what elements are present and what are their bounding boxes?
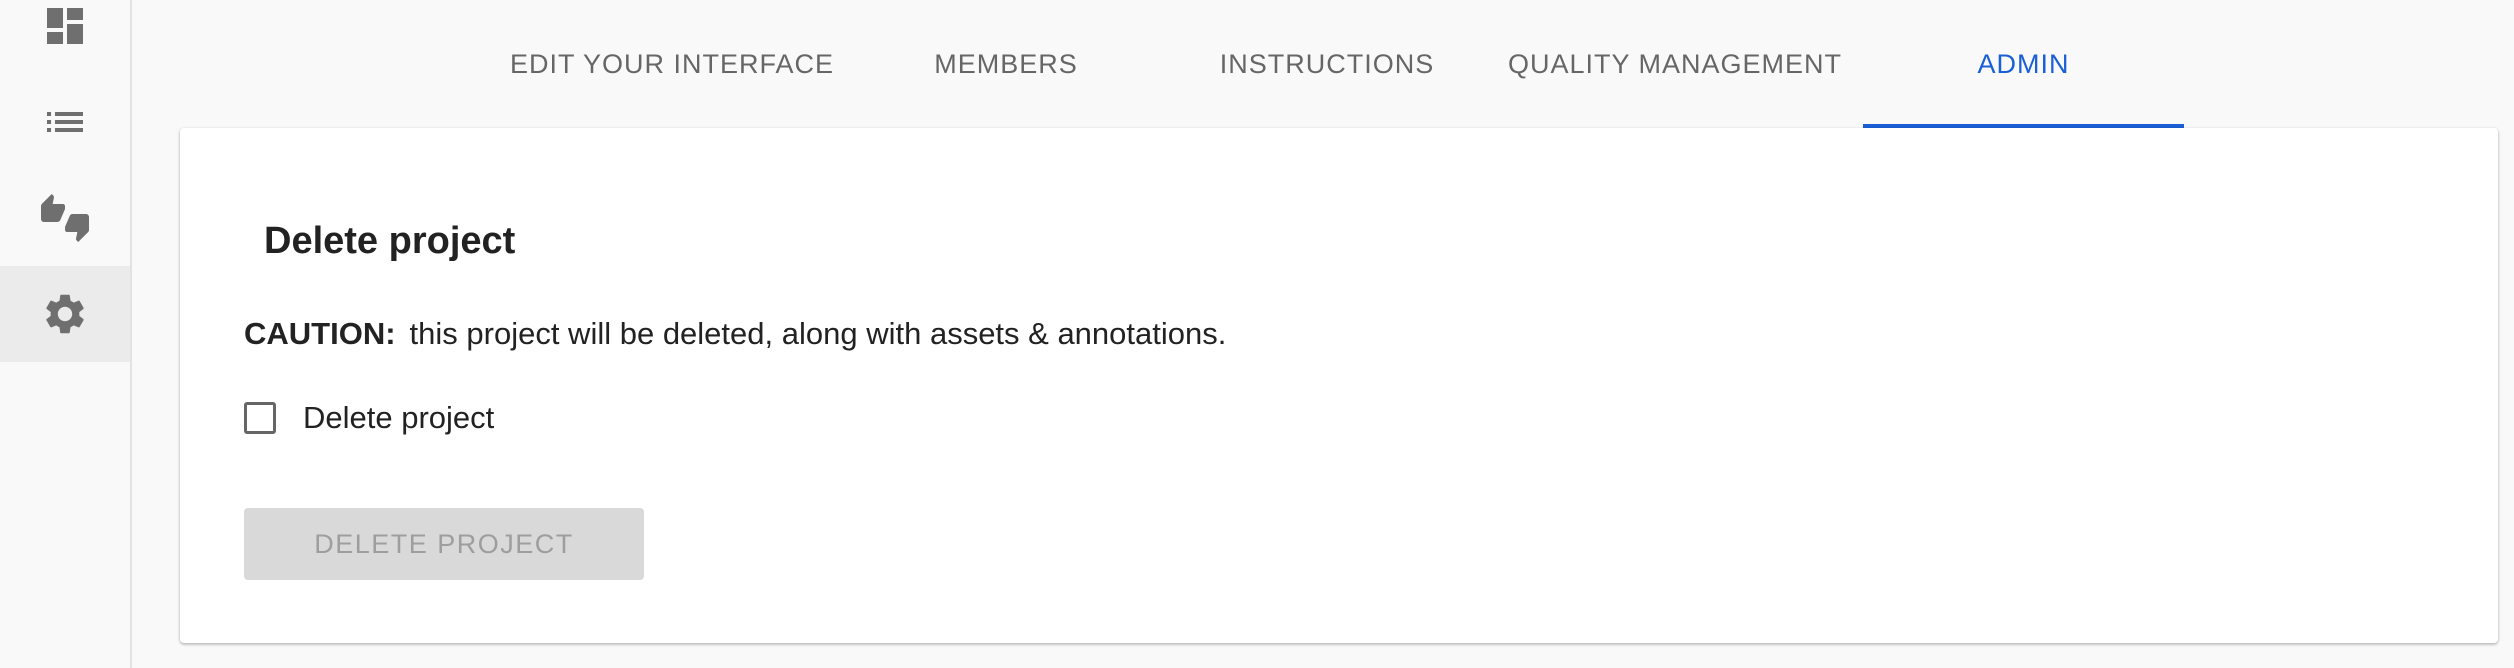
section-title: Delete project: [264, 220, 516, 262]
checkbox-label: Delete project: [303, 400, 495, 435]
admin-card: Delete project CAUTION: this project will…: [180, 128, 2498, 643]
tab-label: EDIT YOUR INTERFACE: [509, 48, 835, 79]
tab-admin[interactable]: ADMIN: [1863, 0, 2184, 128]
tab-label: ADMIN: [1977, 48, 2070, 79]
delete-project-checkbox[interactable]: [244, 402, 276, 434]
caution-label: CAUTION:: [244, 316, 396, 351]
caution-text: this project will be deleted, along with…: [409, 316, 1227, 351]
tab-members[interactable]: MEMBERS: [906, 0, 1106, 128]
caution-message: CAUTION: this project will be deleted, al…: [244, 316, 1226, 352]
tab-label: QUALITY MANAGEMENT: [1507, 48, 1843, 79]
tab-instructions[interactable]: INSTRUCTIONS: [1200, 0, 1454, 128]
tab-bar: EDIT YOUR INTERFACE MEMBERS INSTRUCTIONS…: [0, 0, 2514, 128]
tab-label: INSTRUCTIONS: [1219, 48, 1435, 79]
delete-project-checkbox-row[interactable]: Delete project: [244, 396, 494, 440]
delete-project-button[interactable]: DELETE PROJECT: [244, 508, 644, 580]
thumbs-up-down-icon: [41, 194, 89, 242]
sidebar-item-review[interactable]: [0, 170, 130, 266]
tab-quality-management[interactable]: QUALITY MANAGEMENT: [1496, 0, 1854, 128]
gear-icon: [46, 294, 84, 334]
sidebar-item-settings[interactable]: [0, 266, 130, 362]
tab-label: MEMBERS: [934, 48, 1078, 79]
tab-edit-your-interface[interactable]: EDIT YOUR INTERFACE: [500, 0, 844, 128]
